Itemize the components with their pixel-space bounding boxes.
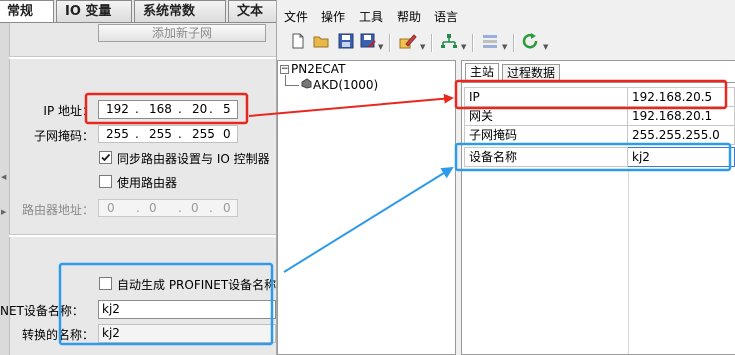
red-highlight-box-right xyxy=(454,79,728,110)
blue-highlight-box-right xyxy=(454,142,732,172)
annotation-overlay xyxy=(58,79,732,346)
blue-arrow xyxy=(283,166,454,273)
red-arrow xyxy=(248,93,454,117)
blue-highlight-box-left xyxy=(58,262,274,346)
red-highlight-box-left xyxy=(84,92,249,125)
